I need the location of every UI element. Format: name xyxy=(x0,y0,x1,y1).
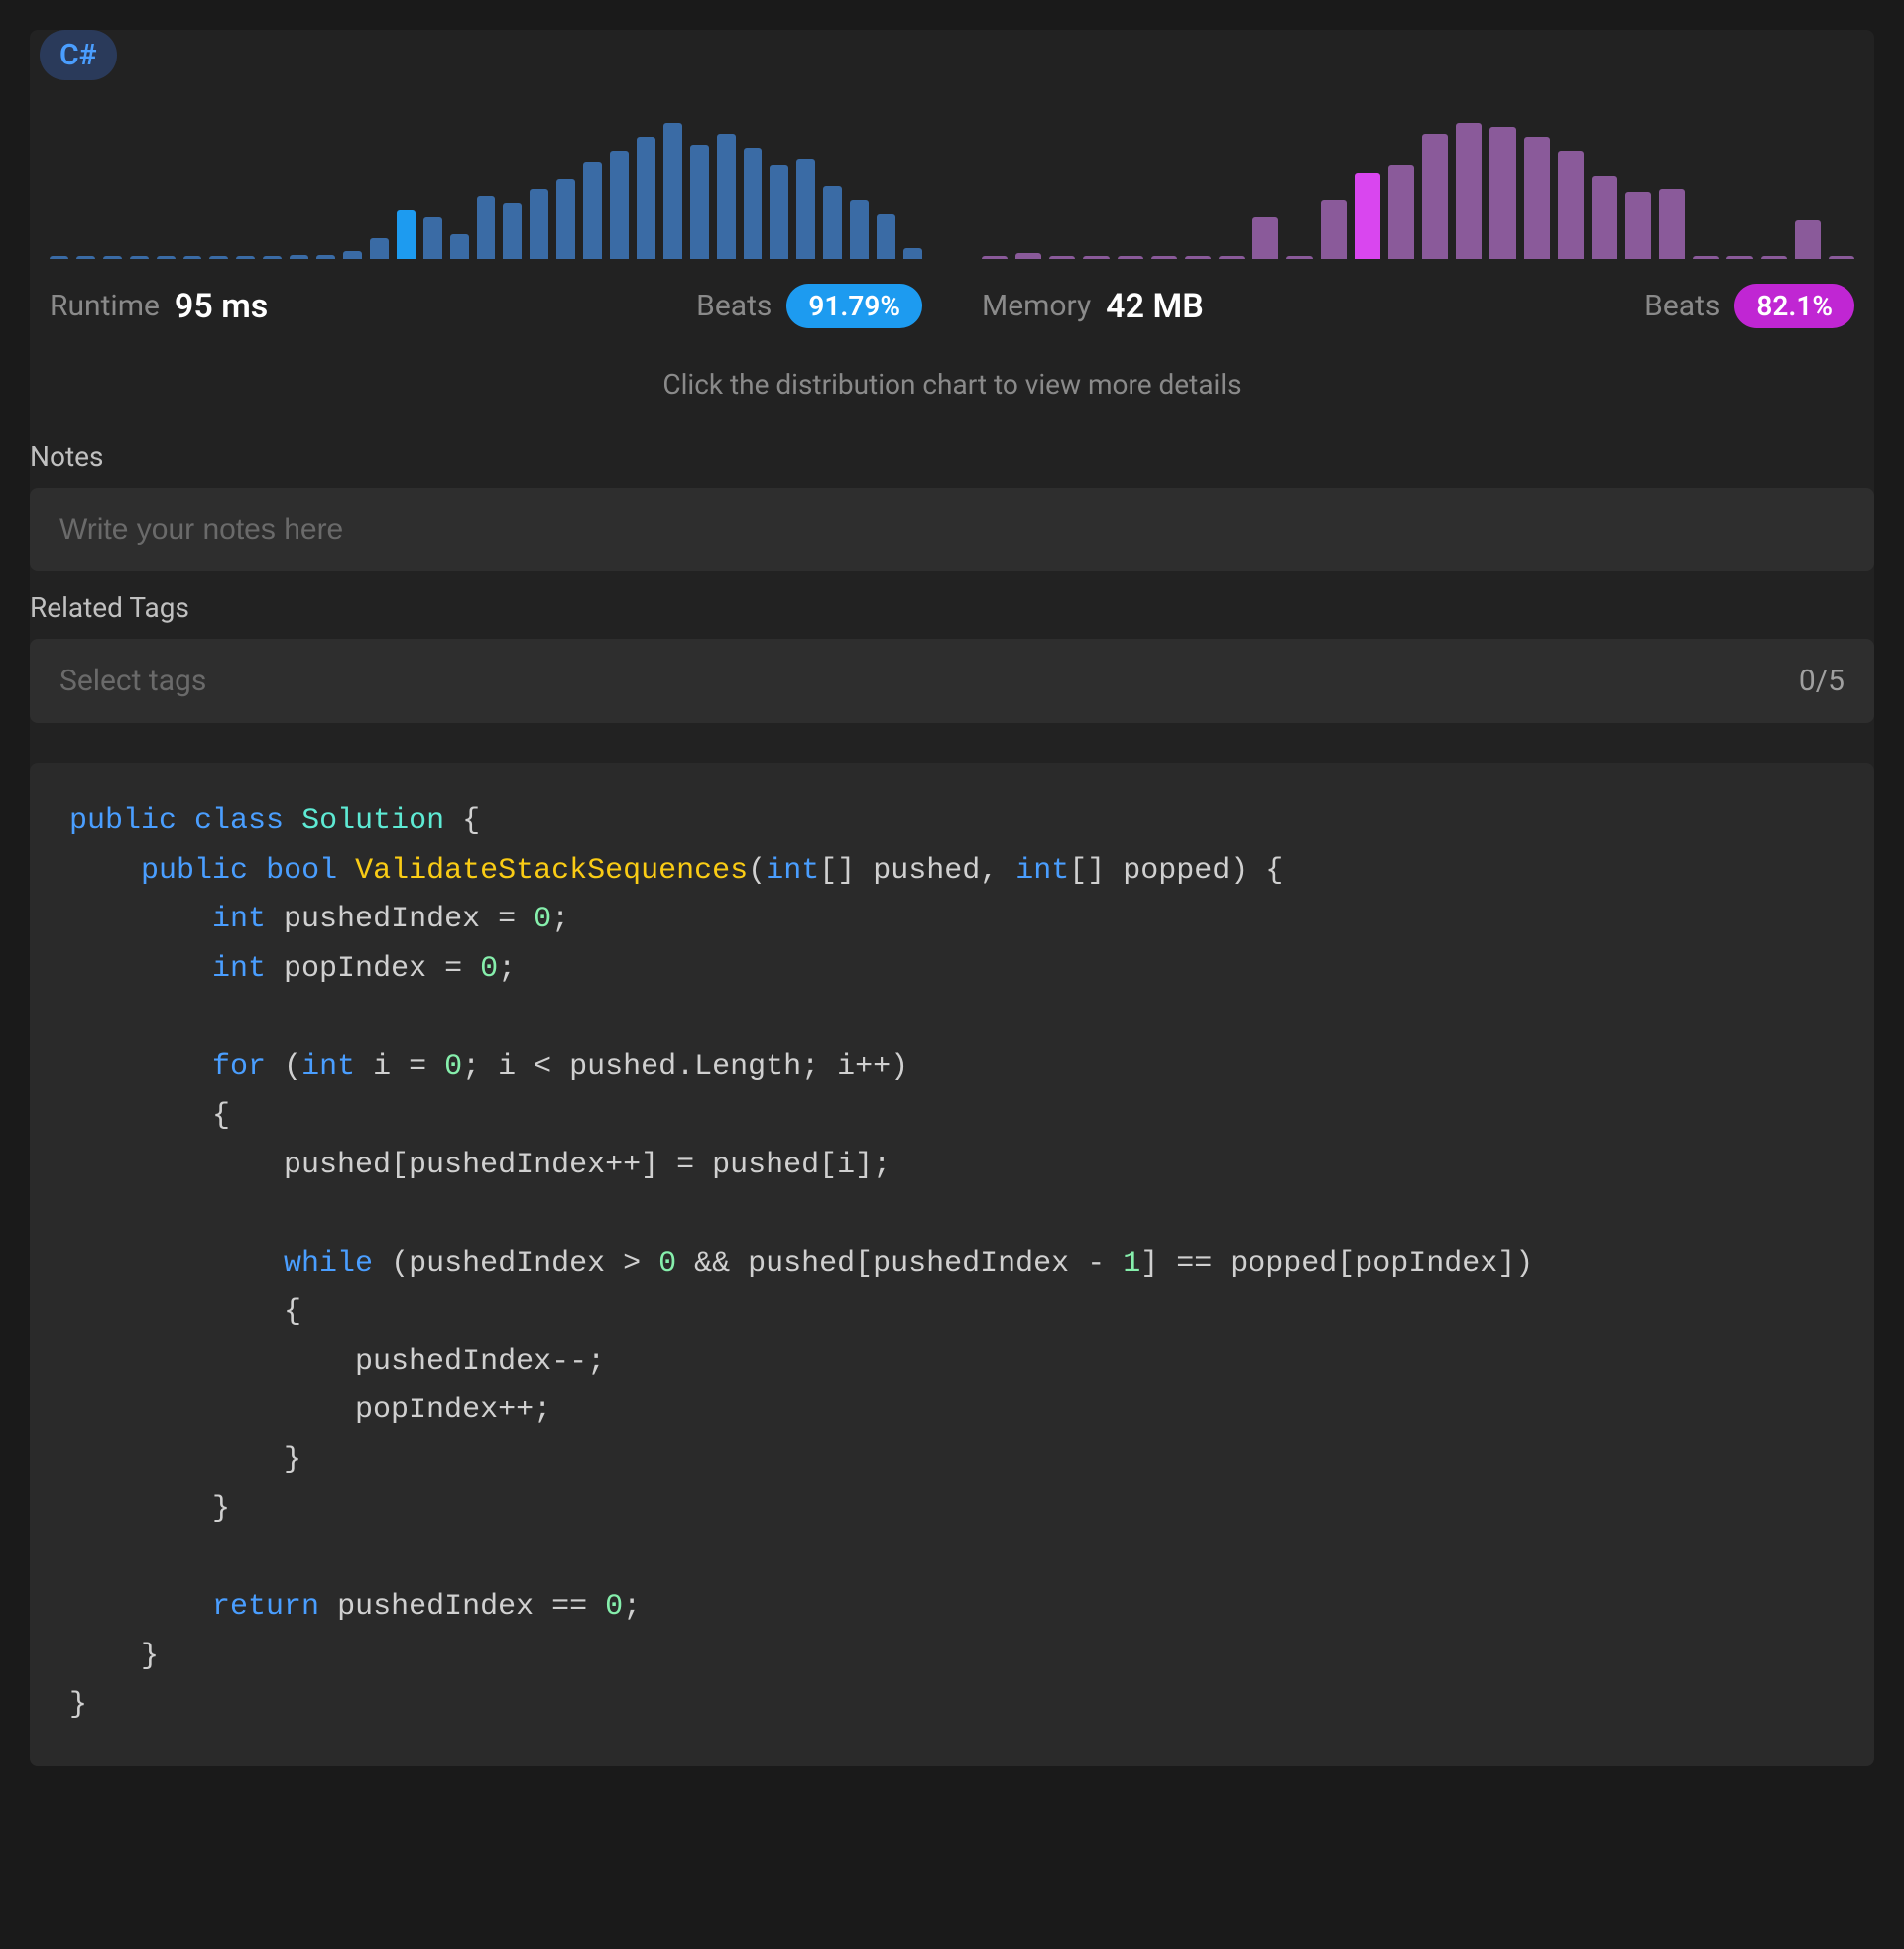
runtime-bar[interactable] xyxy=(744,148,763,259)
runtime-beats-label: Beats xyxy=(696,289,772,323)
memory-bar[interactable] xyxy=(1118,256,1143,259)
memory-bar[interactable] xyxy=(1795,220,1821,259)
runtime-bar[interactable] xyxy=(397,210,416,259)
memory-bar[interactable] xyxy=(1151,256,1177,259)
runtime-bar[interactable] xyxy=(103,256,122,259)
tags-placeholder: Select tags xyxy=(60,664,206,698)
runtime-beats-group: Beats 91.79% xyxy=(696,284,922,328)
tags-select[interactable]: Select tags 0/5 xyxy=(30,639,1874,723)
memory-bar[interactable] xyxy=(1355,173,1380,259)
memory-bar[interactable] xyxy=(1456,123,1482,259)
runtime-bar[interactable] xyxy=(450,234,469,259)
memory-bar[interactable] xyxy=(1252,217,1278,259)
runtime-bar[interactable] xyxy=(503,203,522,259)
runtime-bar[interactable] xyxy=(183,256,202,259)
memory-bar[interactable] xyxy=(1524,137,1550,259)
runtime-bar[interactable] xyxy=(877,214,895,259)
runtime-bar[interactable] xyxy=(610,151,629,259)
memory-bar[interactable] xyxy=(1592,176,1617,259)
memory-bar[interactable] xyxy=(1219,256,1245,259)
runtime-bar[interactable] xyxy=(423,217,442,259)
memory-distribution-chart[interactable] xyxy=(982,120,1854,259)
runtime-bar[interactable] xyxy=(796,159,815,259)
runtime-bar[interactable] xyxy=(130,256,149,259)
runtime-value-group: Runtime 95 ms xyxy=(50,287,268,326)
memory-beats-badge: 82.1% xyxy=(1734,284,1854,328)
code-block: public class Solution { public bool Vali… xyxy=(30,763,1874,1766)
charts-row: Runtime 95 ms Beats 91.79% Memory 42 MB … xyxy=(30,120,1874,328)
runtime-bar[interactable] xyxy=(823,186,842,259)
runtime-distribution-chart[interactable] xyxy=(50,120,922,259)
runtime-chart-section: Runtime 95 ms Beats 91.79% xyxy=(50,120,922,328)
language-badge: C# xyxy=(40,30,117,80)
memory-bar[interactable] xyxy=(1761,256,1787,259)
runtime-bar[interactable] xyxy=(50,256,68,259)
runtime-label: Runtime xyxy=(50,289,160,323)
memory-stats: Memory 42 MB Beats 82.1% xyxy=(982,284,1854,328)
tags-count: 0/5 xyxy=(1799,664,1844,698)
memory-chart-section: Memory 42 MB Beats 82.1% xyxy=(982,120,1854,328)
memory-label: Memory xyxy=(982,289,1091,323)
chart-hint-text: Click the distribution chart to view mor… xyxy=(30,368,1874,401)
runtime-bar[interactable] xyxy=(903,248,922,259)
memory-bar[interactable] xyxy=(1558,151,1584,259)
memory-value-group: Memory 42 MB xyxy=(982,287,1204,326)
runtime-bar[interactable] xyxy=(290,255,308,259)
runtime-bar[interactable] xyxy=(530,189,548,259)
runtime-beats-badge: 91.79% xyxy=(786,284,922,328)
runtime-bar[interactable] xyxy=(477,196,496,259)
memory-bar[interactable] xyxy=(1015,253,1041,259)
runtime-bar[interactable] xyxy=(76,256,95,259)
memory-bar[interactable] xyxy=(1049,256,1075,259)
memory-bar[interactable] xyxy=(1829,256,1854,259)
runtime-bar[interactable] xyxy=(236,256,255,259)
memory-bar[interactable] xyxy=(1659,189,1685,259)
runtime-bar[interactable] xyxy=(690,145,709,259)
memory-bar[interactable] xyxy=(1286,256,1312,259)
memory-bar[interactable] xyxy=(1388,165,1414,259)
runtime-bar[interactable] xyxy=(583,162,602,259)
memory-bar[interactable] xyxy=(1321,200,1347,259)
notes-section-label: Notes xyxy=(30,440,1874,473)
runtime-bar[interactable] xyxy=(157,256,176,259)
runtime-value: 95 ms xyxy=(175,287,268,326)
runtime-bar[interactable] xyxy=(263,256,282,259)
memory-bar[interactable] xyxy=(1693,256,1719,259)
memory-value: 42 MB xyxy=(1106,287,1204,326)
runtime-bar[interactable] xyxy=(209,256,228,259)
memory-bar[interactable] xyxy=(1422,134,1448,259)
memory-beats-group: Beats 82.1% xyxy=(1644,284,1854,328)
runtime-stats: Runtime 95 ms Beats 91.79% xyxy=(50,284,922,328)
submission-detail-container: C# Runtime 95 ms Beats 91.79% Memory 42 xyxy=(30,30,1874,1766)
runtime-bar[interactable] xyxy=(663,123,682,259)
memory-bar[interactable] xyxy=(1489,127,1515,259)
runtime-bar[interactable] xyxy=(850,200,869,259)
runtime-bar[interactable] xyxy=(556,179,575,259)
memory-bar[interactable] xyxy=(1625,192,1651,259)
memory-bar[interactable] xyxy=(982,256,1008,259)
tags-section-label: Related Tags xyxy=(30,591,1874,624)
memory-bar[interactable] xyxy=(1185,256,1211,259)
memory-bar[interactable] xyxy=(1083,256,1109,259)
memory-bar[interactable] xyxy=(1726,256,1752,259)
runtime-bar[interactable] xyxy=(717,134,736,259)
runtime-bar[interactable] xyxy=(370,238,389,259)
notes-input[interactable] xyxy=(30,488,1874,571)
runtime-bar[interactable] xyxy=(637,137,655,259)
runtime-bar[interactable] xyxy=(343,251,362,259)
runtime-bar[interactable] xyxy=(316,255,335,259)
memory-beats-label: Beats xyxy=(1644,289,1720,323)
runtime-bar[interactable] xyxy=(770,165,788,259)
